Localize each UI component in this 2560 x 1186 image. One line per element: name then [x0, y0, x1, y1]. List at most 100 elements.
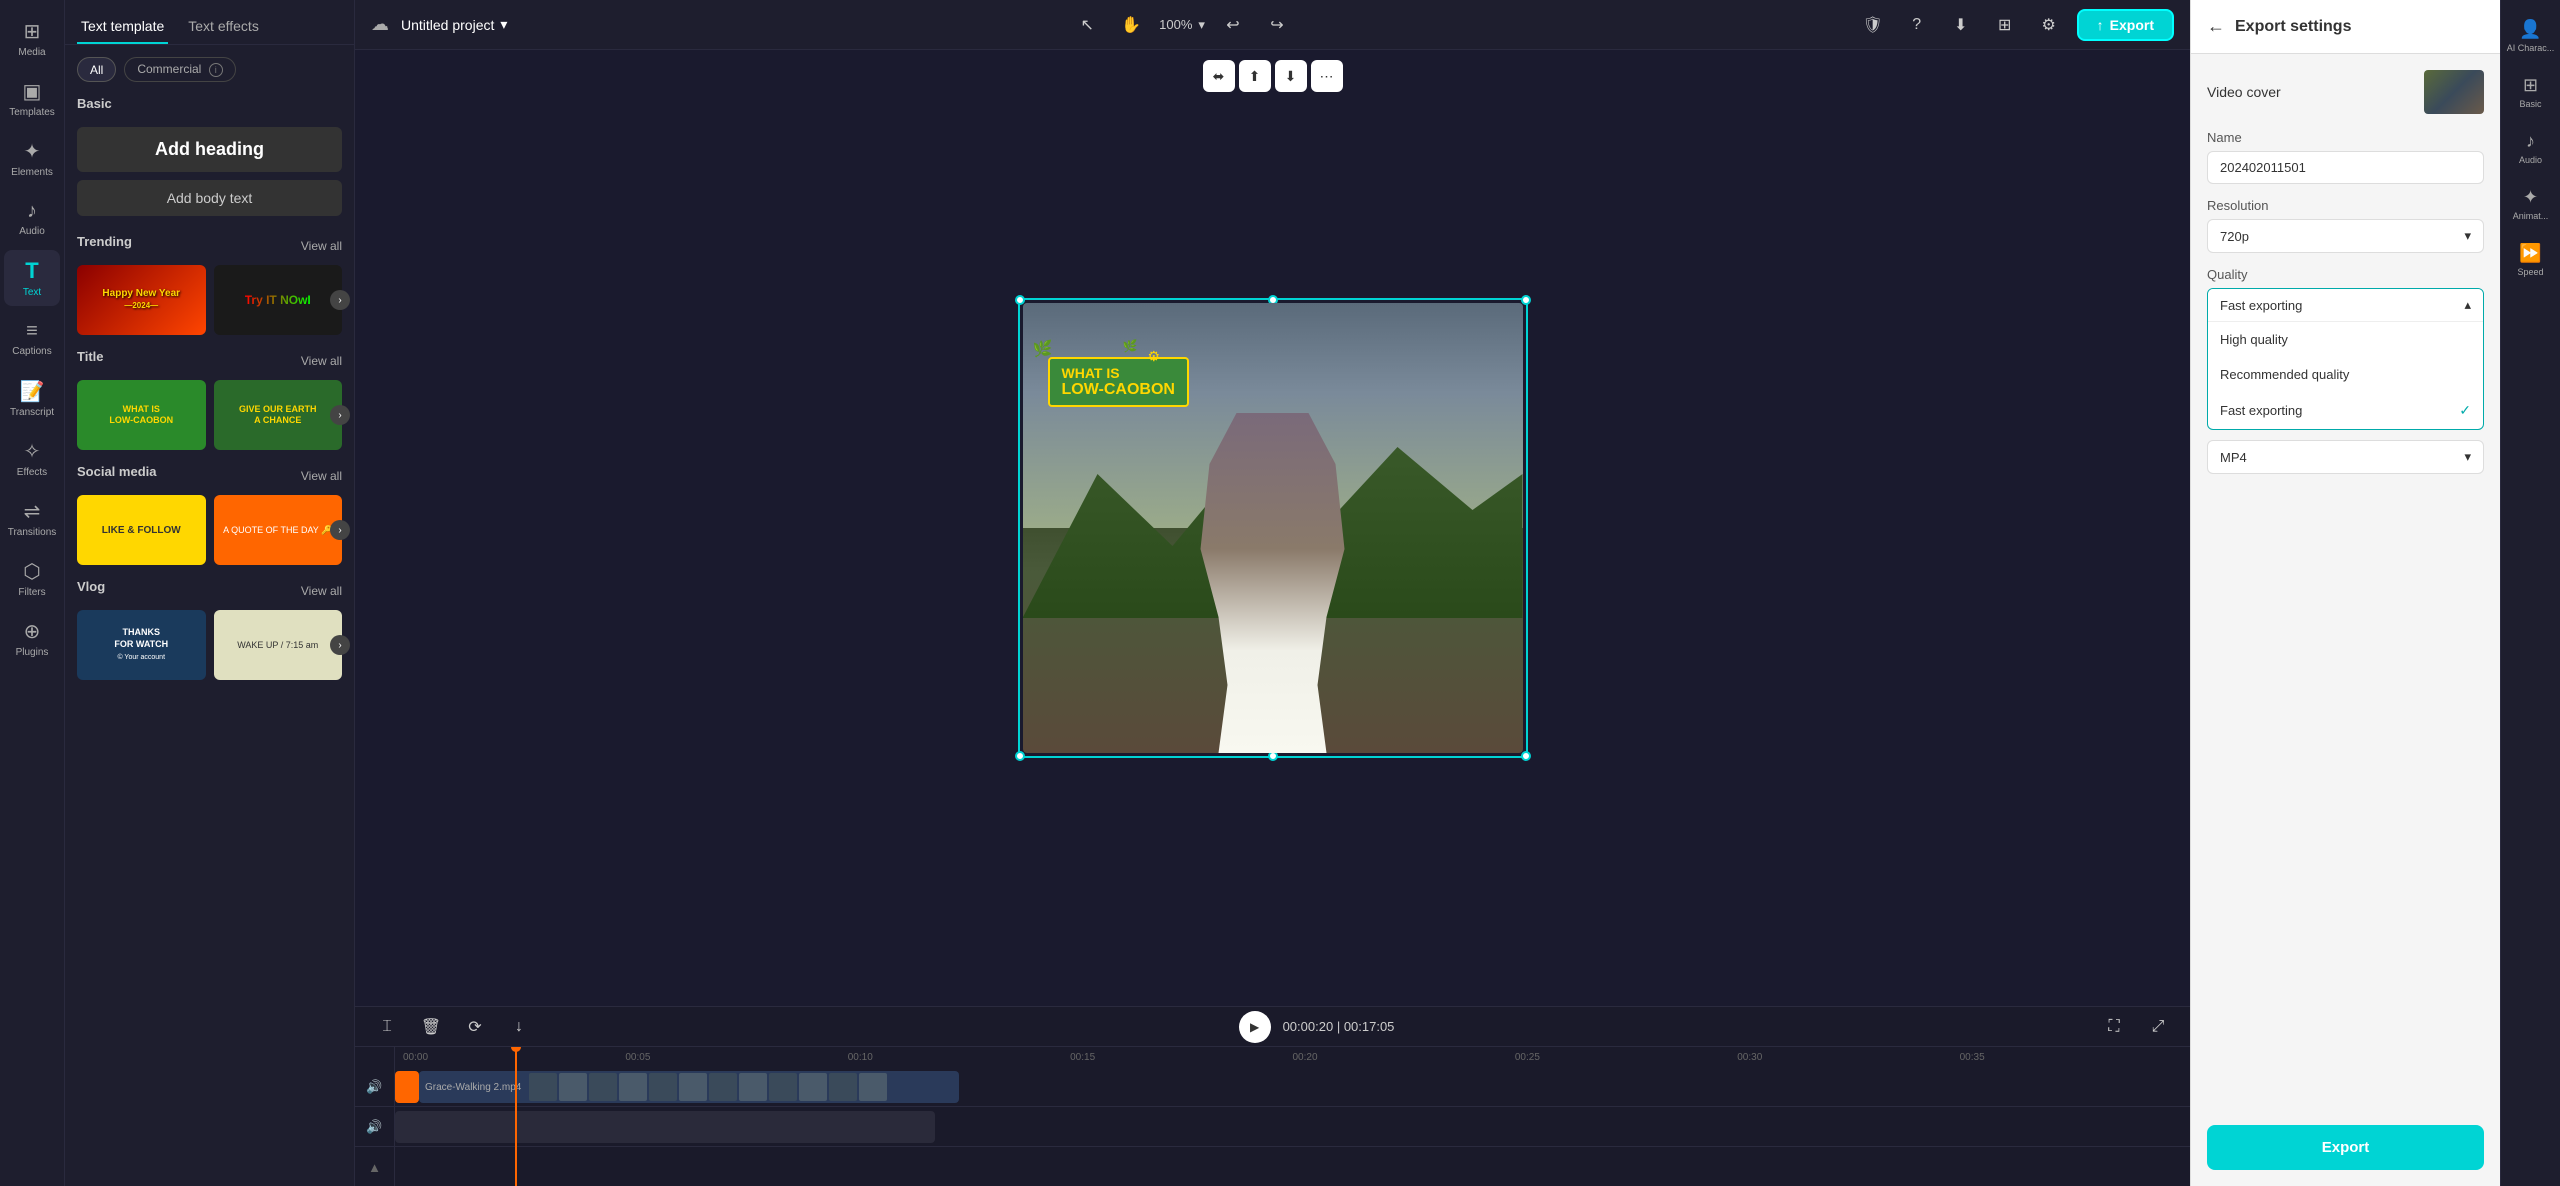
sidebar-item-text[interactable]: T Text — [4, 250, 60, 306]
volume-icon-1[interactable]: 🔊 — [366, 1079, 382, 1095]
zoom-control[interactable]: 100% ▾ — [1159, 17, 1205, 33]
handle-bottom-left[interactable] — [1015, 751, 1025, 761]
social-view-all[interactable]: View all — [301, 469, 342, 483]
canvas-overlay-text[interactable]: WHAT IS LOW-CAOBON — [1048, 357, 1189, 407]
filter-all[interactable]: All — [77, 57, 116, 82]
cursor-tool-button[interactable]: ↖ — [1071, 9, 1103, 41]
quality-option-recommended[interactable]: Recommended quality — [2208, 357, 2483, 392]
play-icon: ▶ — [1250, 1020, 1259, 1034]
canvas-flip-button[interactable]: ⬇ — [1275, 60, 1307, 92]
clip-start-marker[interactable] — [395, 1071, 419, 1103]
transitions-icon: ⇌ — [24, 499, 41, 524]
delete-button[interactable]: 🗑 — [415, 1011, 447, 1043]
card-like-follow[interactable]: LIKE & FOLLOW — [77, 495, 206, 565]
resolution-select[interactable]: 720p ▾ — [2207, 219, 2484, 253]
settings-icon-button[interactable]: ⚙ — [2033, 9, 2065, 41]
canvas-align-button[interactable]: ⬆ — [1239, 60, 1271, 92]
sidebar-item-templates[interactable]: ▣ Templates — [4, 70, 60, 126]
undo-button[interactable]: ↩ — [1217, 9, 1249, 41]
quality-option-fast[interactable]: Fast exporting ✓ — [2208, 392, 2483, 429]
sidebar-item-effects[interactable]: ✧ Effects — [4, 430, 60, 486]
card-label: THANKSFOR WATCH© Your account — [114, 627, 168, 662]
ruler-mark-15: 00:15 — [1070, 1052, 1292, 1063]
volume-icon-2[interactable]: 🔊 — [366, 1119, 382, 1135]
canvas-video[interactable]: WHAT IS LOW-CAOBON 🌿 🌿 ⚙ — [1023, 303, 1523, 753]
far-basic-icon: ⊞ — [2523, 75, 2538, 96]
tab-text-template[interactable]: Text template — [77, 10, 168, 44]
download-icon-button[interactable]: ⬇ — [1945, 9, 1977, 41]
tab-text-effects[interactable]: Text effects — [184, 10, 263, 44]
time-display: 00:00:20 | 00:17:05 — [1283, 1019, 1395, 1034]
vlog-scroll-arrow[interactable]: › — [330, 635, 350, 655]
social-section-header: Social media View all — [77, 464, 342, 487]
resize-icon: ⤢ — [2152, 1018, 2165, 1036]
far-right-basic[interactable]: ⊞ Basic — [2505, 66, 2557, 118]
text-icon: T — [25, 258, 38, 284]
card-try-it-now[interactable]: Try IT NOwI — [214, 265, 343, 335]
sidebar-item-elements[interactable]: ✦ Elements — [4, 130, 60, 186]
hand-tool-button[interactable]: ✋ — [1115, 9, 1147, 41]
sidebar-item-plugins[interactable]: ⊕ Plugins — [4, 610, 60, 666]
card-wake-up[interactable]: WAKE UP / 7:15 am — [214, 610, 343, 680]
social-scroll-arrow[interactable]: › — [330, 520, 350, 540]
cloud-icon: ☁ — [371, 14, 389, 35]
card-what-is[interactable]: WHAT ISLOW-CAOBON — [77, 380, 206, 450]
card-thanks-watch[interactable]: THANKSFOR WATCH© Your account — [77, 610, 206, 680]
overlay-line2: LOW-CAOBON — [1062, 381, 1175, 399]
sidebar-item-media[interactable]: ⊞ Media — [4, 10, 60, 66]
layout-icon-button[interactable]: ⊞ — [1989, 9, 2021, 41]
sidebar-item-captions[interactable]: ≡ Captions — [4, 310, 60, 366]
handle-bottom-right[interactable] — [1521, 751, 1531, 761]
far-right-ai-charac[interactable]: 👤 AI Charac... — [2505, 10, 2557, 62]
sidebar-item-filters[interactable]: ⬡ Filters — [4, 550, 60, 606]
fullscreen-button[interactable]: ⛶ — [2098, 1011, 2130, 1043]
sidebar-item-transcript[interactable]: 📝 Transcript — [4, 370, 60, 426]
far-right-speed[interactable]: ⏩ Speed — [2505, 234, 2557, 286]
quality-option-high[interactable]: High quality — [2208, 322, 2483, 357]
sidebar-item-audio[interactable]: ♪ Audio — [4, 190, 60, 246]
trending-view-all[interactable]: View all — [301, 239, 342, 253]
title-view-all[interactable]: View all — [301, 354, 342, 368]
export-action-button[interactable]: Export — [2207, 1125, 2484, 1170]
download-clip-button[interactable]: ↓ — [503, 1011, 535, 1043]
resize-button[interactable]: ⤢ — [2142, 1011, 2174, 1043]
card-give-earth[interactable]: GIVE OUR EARTHA CHANCE — [214, 380, 343, 450]
export-button[interactable]: ↑ Export — [2077, 9, 2174, 41]
title-scroll-arrow[interactable]: › — [330, 405, 350, 425]
add-body-button[interactable]: Add body text — [77, 180, 342, 216]
play-button[interactable]: ▶ — [1239, 1011, 1271, 1043]
trim-tool-button[interactable]: ⌶ — [371, 1011, 403, 1043]
scroll-up-icon[interactable]: ▲ — [368, 1160, 381, 1175]
name-field: Name — [2207, 130, 2484, 184]
card-label: LIKE & FOLLOW — [102, 525, 181, 536]
far-right-animat[interactable]: ✦ Animat... — [2505, 178, 2557, 230]
timeline-tracks[interactable]: 00:00 00:05 00:10 00:15 00:20 00:25 00:3… — [395, 1047, 2190, 1186]
vlog-view-all[interactable]: View all — [301, 584, 342, 598]
project-name[interactable]: Untitled project ▾ — [401, 16, 507, 33]
far-right-audio[interactable]: ♪ Audio — [2505, 122, 2557, 174]
transform-button[interactable]: ⟳ — [459, 1011, 491, 1043]
canvas-more-button[interactable]: ⋯ — [1311, 60, 1343, 92]
video-cover-thumbnail[interactable] — [2424, 70, 2484, 114]
redo-button[interactable]: ↪ — [1261, 9, 1293, 41]
video-clip[interactable]: Grace-Walking 2.mp4 — [419, 1071, 959, 1103]
trending-scroll-arrow[interactable]: › — [330, 290, 350, 310]
format-select[interactable]: MP4 ▾ — [2207, 440, 2484, 474]
add-heading-button[interactable]: Add heading — [77, 127, 342, 172]
canvas-fit-button[interactable]: ⬌ — [1203, 60, 1235, 92]
name-input[interactable] — [2207, 151, 2484, 184]
back-button[interactable]: ← — [2207, 16, 2225, 37]
help-icon-button[interactable]: ? — [1901, 9, 1933, 41]
track-row-video: Grace-Walking 2.mp4 — [395, 1067, 2190, 1107]
secondary-clip[interactable] — [395, 1111, 935, 1143]
playhead[interactable] — [515, 1047, 517, 1186]
quality-selected[interactable]: Fast exporting ▴ — [2208, 289, 2483, 322]
sidebar-item-transitions[interactable]: ⇌ Transitions — [4, 490, 60, 546]
settings-icon: ⚙ — [2042, 15, 2056, 35]
settings-overlay-icon: ⚙ — [1148, 348, 1161, 365]
ruler-mark-10: 00:10 — [848, 1052, 1070, 1063]
shield-icon-button[interactable]: 🛡 — [1857, 9, 1889, 41]
filter-commercial[interactable]: Commercial i — [124, 57, 235, 82]
card-happy-new-year[interactable]: Happy New Year—2024— — [77, 265, 206, 335]
card-quote-day[interactable]: A QUOTE OF THE DAY 🔑 — [214, 495, 343, 565]
